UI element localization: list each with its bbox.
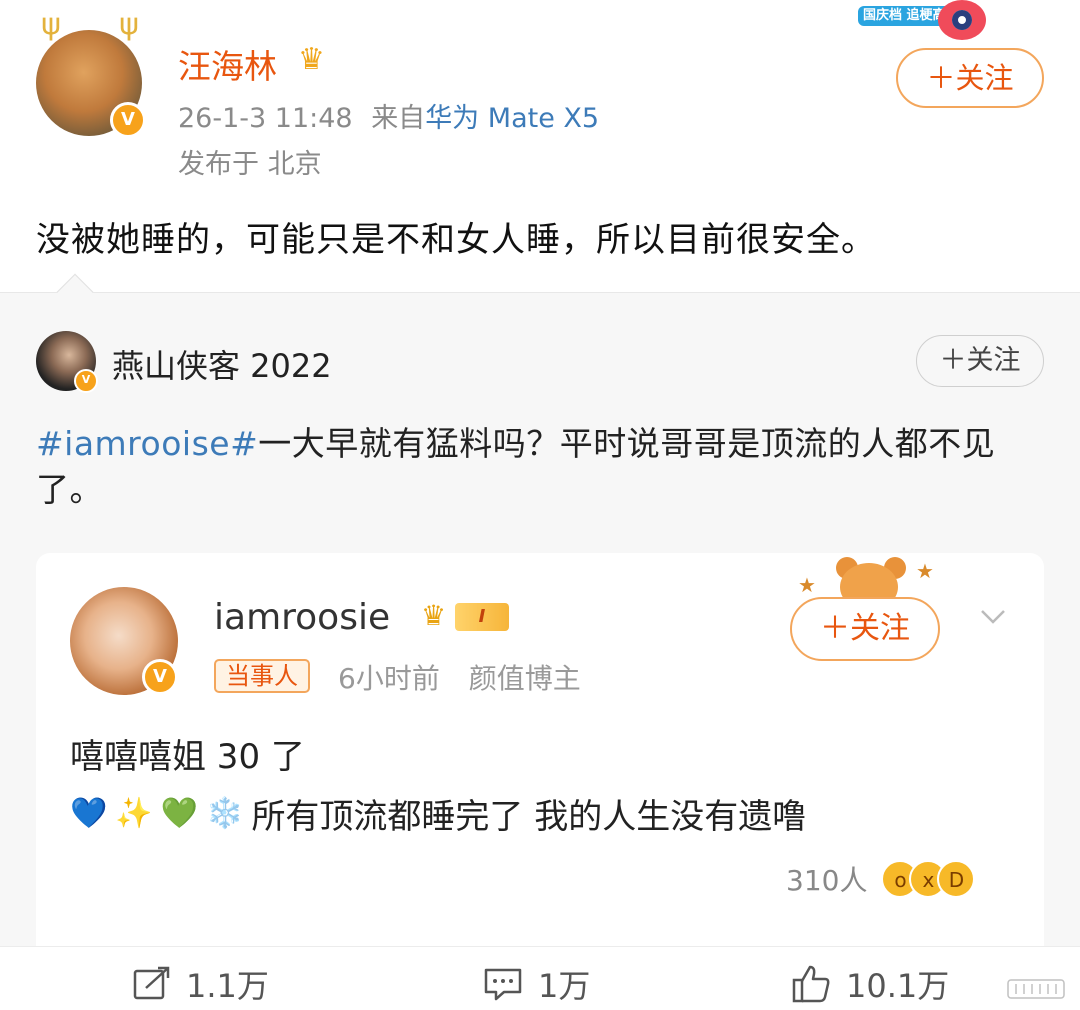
comment-icon [484, 968, 522, 1001]
vip-level: I [455, 603, 509, 631]
quote-body: 所有顶流都睡完了 我的人生没有遗噜 [251, 797, 807, 837]
device-link[interactable]: 华为 Mate X5 [425, 103, 599, 134]
party-tag: 当事人 [214, 659, 310, 693]
watermark-icon [1007, 979, 1065, 999]
repost-action[interactable]: 1.1万 [132, 961, 269, 1007]
quote-text-line2: 💙 ✨ 💚 ❄️ 所有顶流都睡完了 我的人生没有遗噜 [70, 789, 806, 838]
thumbs-up-icon [792, 965, 830, 1003]
repost-author-name[interactable]: 燕山侠客 2022 [112, 341, 332, 387]
like-count: 10.1万 [846, 967, 950, 1005]
comment-action[interactable]: 1万 [482, 961, 590, 1007]
repost-count: 1.1万 [186, 967, 269, 1005]
like-action[interactable]: 10.1万 [790, 961, 949, 1007]
antler-left-icon: ψ [41, 7, 61, 42]
source-prefix: 来自 [371, 103, 426, 134]
quote-meta: 6小时前 颜值博主 [338, 657, 581, 697]
verified-icon: V [110, 102, 146, 138]
quote-identity: 颜值博主 [468, 662, 581, 695]
antler-right-icon: ψ [119, 7, 139, 42]
quote-author-name[interactable]: iamroosie [214, 597, 390, 638]
author-name[interactable]: 汪海林 [178, 40, 277, 88]
repost-section: V 燕山侠客 2022 ＋关注 #iamrooise#一大早就有猛料吗？平时说哥… [0, 273, 1080, 1010]
hashtag-link[interactable]: #iamrooise# [36, 424, 258, 463]
post-timestamp: 26-1-3 11:48 [178, 103, 353, 134]
repost-icon [133, 966, 170, 1000]
post-text: 没被她睡的，可能只是不和女人睡，所以目前很安全。 [36, 220, 876, 260]
author-avatar[interactable]: ψ ψ V [36, 8, 146, 138]
crown-icon: ♛ [298, 42, 325, 77]
promo-badge: 国庆档 追梗高手 [850, 0, 1010, 54]
quoted-comment-card[interactable]: V iamroosie ♛ I 当事人 6小时前 颜值博主 ★ ★ ＋关注 嘻嘻… [36, 553, 1044, 1010]
follow-button[interactable]: ＋关注 [896, 48, 1044, 108]
post-location: 发布于 北京 [178, 149, 322, 180]
chevron-down-icon[interactable] [978, 601, 1008, 631]
blue-heart-icon: 💙 [70, 796, 108, 831]
quote-follow-button[interactable]: ＋关注 [790, 597, 940, 661]
snowflake-icon: ❄️ [206, 796, 244, 831]
quote-text-line1: 嘻嘻嘻姐 30 了 [70, 737, 305, 777]
laugh-face-icon: D [937, 860, 976, 898]
repost-follow-button[interactable]: ＋关注 [916, 335, 1044, 387]
green-heart-icon: 💚 [160, 796, 199, 831]
quote-time: 6小时前 [338, 662, 440, 695]
verified-icon: V [142, 659, 178, 695]
mascot-icon [938, 0, 986, 40]
quote-author-avatar[interactable]: V [70, 587, 178, 695]
repost-author-avatar[interactable]: V [36, 331, 98, 393]
reaction-count: 310人 [786, 864, 868, 897]
repost-text: #iamrooise#一大早就有猛料吗？平时说哥哥是顶流的人都不见了。 [36, 421, 1046, 513]
comment-count: 1万 [538, 967, 591, 1005]
main-post: ψ ψ V 汪海林 ♛ 26-1-3 11:48 来自华为 Mate X5 发布… [0, 0, 1080, 292]
action-bar: 1.1万 1万 10.1万 [0, 946, 1080, 1010]
sparkles-icon: ✨ [115, 796, 153, 831]
post-meta: 26-1-3 11:48 来自华为 Mate X5 [178, 96, 599, 135]
vip-badge: ♛ I [421, 599, 521, 633]
vip-crown-icon: ♛ [421, 599, 447, 632]
verified-icon: V [74, 369, 98, 393]
reaction-summary[interactable]: 310人 o x D [786, 859, 976, 899]
